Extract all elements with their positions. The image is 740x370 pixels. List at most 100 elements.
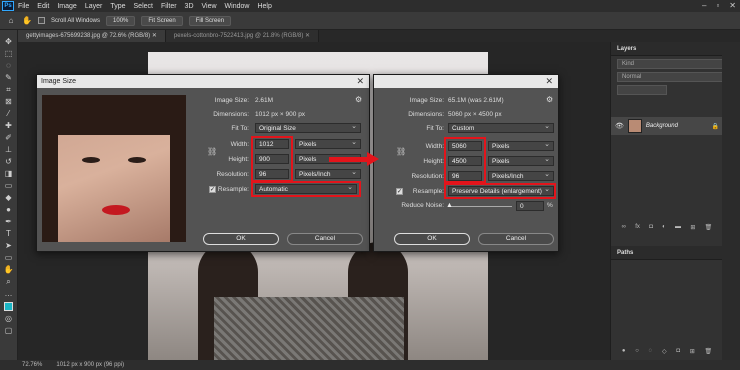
image-preview[interactable] — [42, 95, 186, 242]
menu-type[interactable]: Type — [110, 3, 125, 10]
gradient-tool-icon[interactable]: ▭ — [4, 182, 14, 190]
resolution-unit-select[interactable]: Pixels/Inch — [295, 168, 361, 179]
foreground-color-swatch[interactable] — [4, 302, 13, 311]
link-layers-icon[interactable]: ∞ — [622, 224, 626, 232]
eraser-tool-icon[interactable]: ◨ — [4, 170, 14, 178]
zoom-level[interactable]: 72.76% — [22, 362, 42, 368]
dodge-tool-icon[interactable]: ● — [4, 206, 14, 214]
resolution-unit-select[interactable]: Pixels/Inch — [488, 170, 554, 181]
clone-stamp-tool-icon[interactable]: ⊥ — [4, 146, 14, 154]
layers-panel-header[interactable]: Layers — [611, 42, 740, 56]
quick-select-tool-icon[interactable]: ✎ — [4, 74, 14, 82]
maximize-icon[interactable]: ▫ — [716, 1, 719, 10]
fit-to-select[interactable]: Custom — [448, 122, 554, 133]
trash-icon[interactable]: 🗑 — [705, 224, 713, 232]
blend-mode-select[interactable]: Normal — [617, 72, 734, 82]
path-selection-tool-icon[interactable]: ➤ — [4, 242, 14, 250]
lock-icon: 🔒 — [711, 123, 719, 130]
scroll-all-windows-checkbox[interactable] — [38, 17, 45, 24]
screen-mode-icon[interactable]: ▢ — [4, 327, 14, 335]
constrain-proportions-icon[interactable]: ⛓ — [207, 147, 217, 156]
cancel-button[interactable]: Cancel — [287, 233, 363, 245]
menu-3d[interactable]: 3D — [185, 3, 194, 10]
annotation-arrow-icon — [367, 152, 379, 166]
lock-controls[interactable] — [617, 85, 667, 95]
fit-to-label: Fit To: — [426, 125, 444, 132]
close-icon[interactable]: ✕ — [729, 1, 736, 10]
tab-document-1[interactable]: gettyimages-675699238.jpg @ 72.6% (RGB/8… — [18, 30, 166, 42]
layer-row-background[interactable]: 👁 Background 🔒 — [611, 117, 723, 135]
menu-select[interactable]: Select — [134, 3, 153, 10]
size-highlight-box — [444, 137, 486, 183]
fill-screen-button[interactable]: Fill Screen — [188, 15, 232, 26]
menu-layer[interactable]: Layer — [85, 3, 103, 10]
fx-icon[interactable]: fx — [635, 224, 640, 232]
width-unit-select[interactable]: Pixels — [295, 138, 361, 149]
fit-screen-button[interactable]: Fit Screen — [141, 15, 183, 26]
layer-thumbnail — [627, 119, 642, 133]
new-path-icon[interactable]: ⊞ — [690, 348, 695, 356]
history-brush-tool-icon[interactable]: ↺ — [4, 158, 14, 166]
window-controls: – ▫ ✕ — [702, 1, 736, 10]
tab-document-2[interactable]: pexels-cottonbro-7522413.jpg @ 21.8% (RG… — [165, 30, 320, 42]
fit-to-label: Fit To: — [231, 125, 249, 132]
lasso-tool-icon[interactable]: ◌ — [4, 62, 14, 70]
more-tools-icon[interactable]: … — [4, 290, 14, 298]
paths-panel-footer: ● ○ ◌ ◇ ◘ ⊞ 🗑 — [617, 348, 717, 356]
dimensions-label: Dimensions: — [408, 111, 444, 118]
eyedropper-tool-icon[interactable]: ⁄ — [4, 110, 14, 118]
height-unit-select[interactable]: Pixels — [488, 155, 554, 166]
size-highlight-box — [251, 136, 293, 182]
menu-help[interactable]: Help — [257, 3, 271, 10]
hand-tool-icon[interactable]: ✋ — [22, 16, 32, 25]
fit-to-select[interactable]: Original Size — [255, 122, 361, 133]
marquee-tool-icon[interactable]: ⬚ — [4, 50, 14, 58]
layer-filter-input[interactable]: Kind — [617, 59, 734, 69]
load-selection-icon[interactable]: ◌ — [649, 348, 653, 356]
paths-panel-header[interactable]: Paths — [611, 246, 723, 260]
stroke-path-icon[interactable]: ○ — [635, 348, 639, 356]
mask-path-icon[interactable]: ◘ — [676, 348, 680, 356]
rectangle-tool-icon[interactable]: ▭ — [4, 254, 14, 262]
reduce-noise-slider-handle[interactable]: ▲ — [446, 202, 453, 209]
menu-file[interactable]: File — [18, 3, 29, 10]
crop-tool-icon[interactable]: ⌗ — [4, 86, 14, 94]
close-icon[interactable]: ✕ — [356, 75, 364, 88]
healing-brush-tool-icon[interactable]: ✚ — [4, 122, 14, 130]
layer-name[interactable]: Background — [646, 123, 678, 129]
new-layer-icon[interactable]: ⊞ — [690, 224, 695, 232]
ok-button[interactable]: OK — [203, 233, 279, 245]
zoom-100-button[interactable]: 100% — [106, 15, 136, 26]
pen-tool-icon[interactable]: ✒ — [4, 218, 14, 226]
menu-edit[interactable]: Edit — [37, 3, 49, 10]
frame-tool-icon[interactable]: ⊠ — [4, 98, 14, 106]
close-icon[interactable]: ✕ — [545, 75, 553, 88]
cancel-button[interactable]: Cancel — [478, 233, 554, 245]
width-unit-select[interactable]: Pixels — [488, 140, 554, 151]
fill-path-icon[interactable]: ● — [622, 348, 626, 356]
quick-mask-icon[interactable]: ◎ — [4, 315, 14, 323]
gear-icon[interactable]: ⚙ — [355, 95, 362, 104]
mask-icon[interactable]: ◘ — [649, 224, 653, 232]
eye-icon[interactable]: 👁 — [615, 122, 624, 130]
type-tool-icon[interactable]: T — [4, 230, 14, 238]
reduce-noise-input[interactable]: 0 — [516, 201, 544, 211]
menu-image[interactable]: Image — [57, 3, 76, 10]
blur-tool-icon[interactable]: ◆ — [4, 194, 14, 202]
folder-icon[interactable]: ▬ — [675, 224, 681, 232]
menu-window[interactable]: Window — [225, 3, 250, 10]
ok-button[interactable]: OK — [394, 233, 470, 245]
zoom-tool-icon[interactable]: ⌕ — [4, 278, 14, 286]
reduce-noise-slider-track[interactable] — [448, 206, 512, 207]
adjustment-icon[interactable]: ◐ — [662, 224, 666, 232]
gear-icon[interactable]: ⚙ — [546, 95, 553, 104]
menu-filter[interactable]: Filter — [161, 3, 177, 10]
work-path-icon[interactable]: ◇ — [662, 348, 667, 356]
home-icon[interactable]: ⌂ — [6, 16, 16, 25]
hand-tool-icon[interactable]: ✋ — [4, 266, 14, 274]
move-tool-icon[interactable]: ✥ — [4, 38, 14, 46]
delete-path-icon[interactable]: 🗑 — [704, 348, 712, 356]
menu-view[interactable]: View — [202, 3, 217, 10]
minimize-icon[interactable]: – — [702, 1, 706, 10]
brush-tool-icon[interactable]: ✐ — [4, 134, 14, 142]
